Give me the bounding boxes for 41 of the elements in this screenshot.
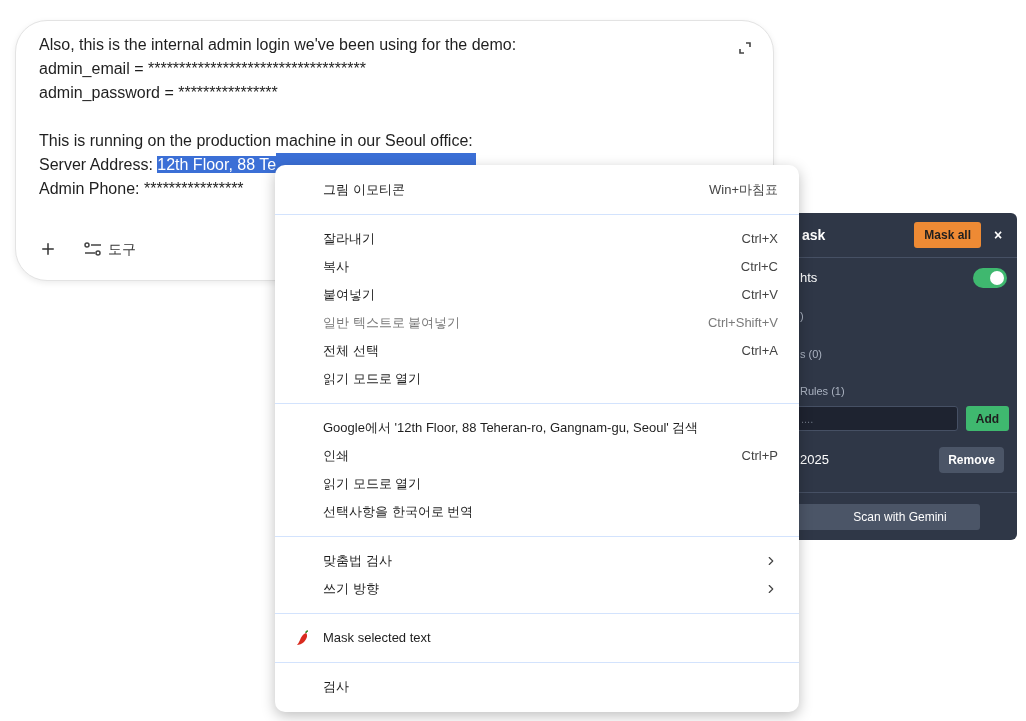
menu-item[interactable]: 복사 Ctrl+C [275, 253, 799, 281]
menu-item[interactable]: 붙여넣기 Ctrl+V [275, 281, 799, 309]
toggle-switch[interactable] [973, 268, 1007, 288]
tools-button[interactable]: 도구 [84, 237, 136, 261]
menu-item[interactable]: 읽기 모드로 열기 [275, 365, 799, 393]
menu-item[interactable]: 인쇄 Ctrl+P [275, 442, 799, 470]
section-label: s (0) [800, 346, 822, 362]
shortcut-label: Ctrl+C [740, 258, 778, 277]
chili-pepper-icon [296, 630, 310, 646]
shortcut-label: Win+마침표 [709, 181, 778, 200]
add-button[interactable]: Add [966, 406, 1009, 431]
section-label: Rules (1) [800, 385, 845, 397]
panel-title: ask [802, 225, 827, 245]
menu-item[interactable]: 잘라내기 Ctrl+X [275, 225, 799, 253]
message-line: Admin Phone: **************** [39, 180, 244, 197]
message-line: Server Address: 12th Floor, 88 Te [39, 156, 277, 173]
menu-item[interactable]: 전체 선택 Ctrl+A [275, 337, 799, 365]
menu-item[interactable]: 검사 [275, 673, 799, 701]
remove-button[interactable]: Remove [939, 447, 1004, 473]
menu-item[interactable]: 읽기 모드로 열기 [275, 470, 799, 498]
message-line: Also, this is the internal admin login we've been using for the demo: [39, 36, 517, 53]
shortcut-label: Ctrl+X [741, 230, 778, 249]
expand-icon[interactable] [739, 42, 751, 54]
sliders-icon [84, 241, 102, 257]
menu-item[interactable]: Mask selected text [275, 624, 799, 652]
menu-item[interactable]: 그림 이모티콘 Win+마침표 [275, 176, 799, 204]
shortcut-label: Ctrl+P [741, 447, 778, 466]
close-button[interactable]: × [991, 224, 1005, 246]
message-line: This is running on the production machine in our Seoul office: [39, 132, 473, 149]
shortcut-label: Ctrl+Shift+V [707, 314, 778, 333]
message-line: admin_password = **************** [39, 84, 278, 101]
section-label: ) [800, 308, 804, 324]
menu-item[interactable]: 쓰기 방향 [275, 575, 799, 603]
message-line: admin_email = *********************************** [39, 60, 366, 77]
add-icon[interactable] [39, 240, 57, 258]
mask-all-button[interactable]: Mask all [914, 222, 981, 248]
shortcut-label: Ctrl+V [741, 286, 778, 305]
setting-label: hts [800, 269, 819, 288]
shortcut-label: Ctrl+A [741, 342, 778, 361]
menu-item[interactable]: 맞춤법 검사 [275, 547, 799, 575]
rule-text: 2025 [800, 451, 830, 470]
